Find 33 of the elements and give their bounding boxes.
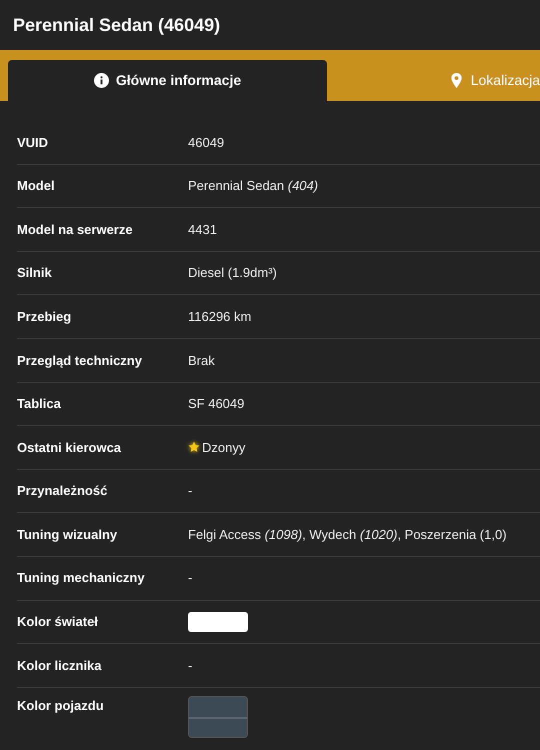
field-label: Przynależność: [17, 482, 108, 500]
field-label: Przegląd techniczny: [17, 352, 143, 370]
driver-name: Dzonyy: [202, 438, 246, 457]
field-label: Ostatni kierowca: [17, 438, 122, 457]
field-label: Model na serwerze: [17, 220, 134, 239]
field-value: 46049: [188, 134, 224, 152]
star-icon: [188, 441, 200, 454]
field-label: Kolor pojazdu: [17, 696, 105, 715]
field-value: 4431: [188, 220, 217, 239]
color-swatch: [188, 612, 248, 632]
field-value: 116296 km: [188, 308, 252, 326]
field-label: Tuning mechaniczny: [17, 569, 146, 588]
tab[interactable]: Główne informacje: [8, 60, 327, 101]
field-label: Silnik: [17, 264, 53, 282]
field-value: Perennial Sedan (404): [188, 177, 318, 196]
field-label: Model: [17, 177, 56, 196]
info-icon: [94, 73, 109, 88]
field-label: Tablica: [17, 395, 62, 414]
field-value: Felgi Access (1098), Wydech (1020), Poszerzenia (1,0): [188, 526, 507, 544]
field-label: Tuning wizualny: [17, 526, 118, 544]
field-label: Kolor licznika: [17, 656, 103, 675]
field-value: SF 46049: [188, 395, 244, 414]
vehicle-title: Perennial Sedan (46049): [13, 14, 220, 37]
field-value: -: [188, 482, 192, 500]
color-swatch: [188, 696, 248, 738]
field-label: VUID: [17, 134, 50, 152]
field-value: -: [188, 569, 192, 588]
field-value: Brak: [188, 352, 215, 370]
field-value: Diesel (1.9dm³): [188, 264, 277, 282]
map-pin-icon: [448, 73, 464, 88]
field-value: -: [188, 656, 192, 675]
field-label: Kolor świateł: [17, 613, 99, 632]
field-label: Przebieg: [17, 308, 72, 326]
